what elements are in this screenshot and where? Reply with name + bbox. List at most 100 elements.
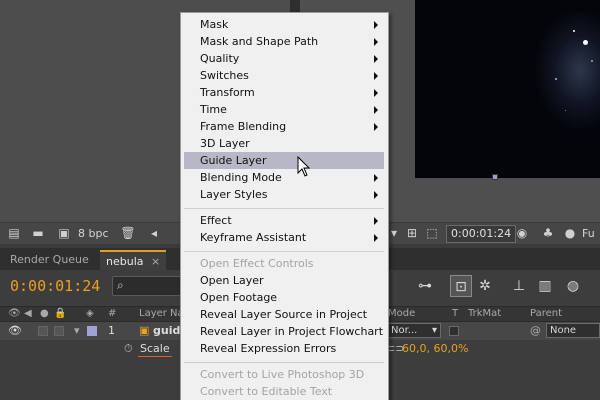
menu-item-label: Blending Mode [200, 171, 282, 184]
interpret-footage-icon[interactable]: ▤ [6, 226, 22, 241]
current-time-display[interactable]: 0:00:01:24 [10, 277, 100, 295]
stopwatch-icon[interactable]: ⏱ [124, 342, 133, 356]
preserve-transparency-toggle[interactable] [449, 326, 459, 336]
menu-item-label: Layer Styles [200, 188, 268, 201]
submenu-arrow-icon [374, 55, 378, 63]
menu-item-label: 3D Layer [200, 137, 250, 150]
show-channel-icon[interactable]: ● [562, 226, 578, 241]
menu-item-label: Reveal Layer Source in Project [200, 308, 368, 321]
star [583, 40, 588, 45]
frame-blending-icon[interactable]: ⊥ [508, 275, 530, 297]
parent-value: None [550, 325, 577, 336]
menu-item-3d-layer[interactable]: 3D Layer [184, 135, 384, 152]
comp-timecode[interactable]: 0:00:01:24 [446, 225, 517, 243]
menu-item-effect[interactable]: Effect [184, 212, 384, 229]
menu-item-mask-and-shape-path[interactable]: Mask and Shape Path [184, 33, 384, 50]
bpc-label[interactable]: 8 bpc [78, 227, 109, 240]
camera-snapshot-icon[interactable]: ◉ [514, 226, 530, 241]
menu-item-open-layer[interactable]: Open Layer [184, 272, 384, 289]
menu-item-reveal-layer-source[interactable]: Reveal Layer Source in Project [184, 306, 384, 323]
tab-nebula-label: nebula [106, 255, 144, 268]
submenu-arrow-icon [374, 21, 378, 29]
menu-item-open-footage[interactable]: Open Footage [184, 289, 384, 306]
menu-item-label: Switches [200, 69, 249, 82]
menu-item-transform[interactable]: Transform [184, 84, 384, 101]
pickwhip-icon[interactable]: @ [530, 324, 541, 337]
transparency-grid-icon[interactable]: ⊞ [404, 226, 420, 241]
menu-item-label: Open Layer [200, 274, 264, 287]
lock-switch-icon[interactable]: 🔒 [54, 308, 66, 319]
trash-icon[interactable]: 🗑 [120, 226, 136, 241]
solo-switch-icon[interactable]: ● [40, 308, 49, 319]
menu-item-label: Reveal Layer in Project Flowchart [200, 325, 384, 338]
layer-number: 1 [108, 324, 115, 337]
menu-item-open-effect-controls: Open Effect Controls [184, 255, 384, 272]
menu-item-label: Effect [200, 214, 232, 227]
menu-item-label: Frame Blending [200, 120, 287, 133]
layer-type-icon: ▣ [139, 324, 150, 337]
scroll-left-icon[interactable]: ◂ [146, 226, 162, 241]
timeline-search-input[interactable]: ⌕ [112, 276, 182, 296]
menu-item-label: Open Footage [200, 291, 278, 304]
column-trkmat: TrkMat [468, 308, 502, 319]
composition-canvas[interactable] [415, 0, 600, 178]
menu-item-label: Mask [200, 18, 229, 31]
shy-layers-icon[interactable]: ✲ [474, 275, 496, 297]
menu-item-label: Mask and Shape Path [200, 35, 319, 48]
lock-toggle[interactable] [54, 326, 64, 336]
solo-toggle[interactable] [38, 326, 48, 336]
audio-switch-icon[interactable]: ◀ [24, 308, 32, 319]
motion-blur-icon[interactable]: ▥ [534, 275, 556, 297]
label-column-icon[interactable]: ◈ [86, 308, 94, 319]
new-folder-icon[interactable]: ▬ [30, 226, 46, 241]
layer-name[interactable]: guid [153, 324, 180, 337]
menu-item-label: Keyframe Assistant [200, 231, 307, 244]
menu-item-layer-styles[interactable]: Layer Styles [184, 186, 384, 203]
nebula-image [535, 10, 600, 130]
menu-item-guide-layer[interactable]: Guide Layer [184, 152, 384, 169]
new-composition-icon[interactable]: ▣ [56, 226, 72, 241]
column-parent: Parent [530, 308, 563, 319]
menu-separator [184, 251, 384, 252]
menu-item-label: Open Effect Controls [200, 257, 314, 270]
menu-item-keyframe-assistant[interactable]: Keyframe Assistant [184, 229, 384, 246]
scale-value[interactable]: 60,0, 60,0% [402, 342, 468, 355]
property-name: Scale [140, 342, 170, 355]
menu-item-quality[interactable]: Quality [184, 50, 384, 67]
layer-bounding-handle[interactable] [492, 174, 498, 180]
submenu-arrow-icon [374, 174, 378, 182]
column-number: # [108, 308, 117, 319]
submenu-arrow-icon [374, 217, 378, 225]
star [573, 30, 575, 32]
draft-3d-icon[interactable]: ⊶ [414, 275, 436, 297]
graph-editor-icon[interactable]: ◍ [562, 275, 584, 297]
resolution-dropdown[interactable]: Fu [582, 227, 595, 240]
comp-mini-flowchart-icon[interactable]: ⊡ [450, 275, 472, 297]
submenu-arrow-icon [374, 123, 378, 131]
menu-item-reveal-expression-errors[interactable]: Reveal Expression Errors [184, 340, 384, 357]
expand-layer-icon[interactable]: ▾ [74, 324, 80, 337]
menu-item-frame-blending[interactable]: Frame Blending [184, 118, 384, 135]
blend-mode-dropdown[interactable]: Nor... ▾ [387, 323, 441, 338]
tab-nebula[interactable]: nebula × [100, 250, 167, 270]
menu-item-blending-mode[interactable]: Blending Mode [184, 169, 384, 186]
star [555, 78, 557, 80]
menu-separator [184, 362, 384, 363]
show-snapshot-icon[interactable]: ♣ [540, 226, 556, 241]
menu-item-label: Convert to Editable Text [200, 385, 333, 398]
region-of-interest-icon[interactable]: ⬚ [424, 226, 440, 241]
parent-dropdown[interactable]: None [546, 323, 600, 338]
menu-separator [184, 208, 384, 209]
layer-label-color[interactable] [87, 326, 97, 336]
menu-item-reveal-in-flowchart[interactable]: Reveal Layer in Project Flowchart [184, 323, 384, 340]
video-switch-icon[interactable]: 👁 [8, 308, 21, 319]
menu-item-mask[interactable]: Mask [184, 16, 384, 33]
close-tab-icon[interactable]: × [151, 255, 160, 268]
search-icon: ⌕ [117, 278, 124, 292]
menu-item-switches[interactable]: Switches [184, 67, 384, 84]
menu-item-time[interactable]: Time [184, 101, 384, 118]
chevron-down-icon: ▾ [431, 325, 437, 336]
tab-render-queue[interactable]: Render Queue [4, 250, 95, 270]
star [591, 60, 593, 62]
visibility-icon[interactable]: 👁 [8, 324, 22, 337]
